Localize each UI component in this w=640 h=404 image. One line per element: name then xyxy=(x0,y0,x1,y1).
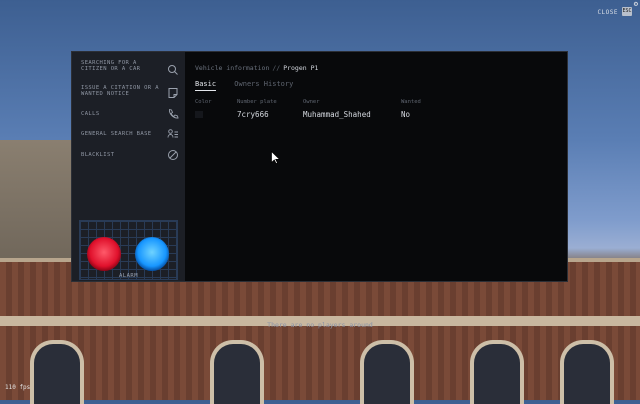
user-list-icon xyxy=(167,128,179,140)
background-window xyxy=(210,340,264,404)
wanted-column: Wanted No xyxy=(401,99,421,119)
no-players-notice: There are no players around xyxy=(267,321,373,329)
breadcrumb-parent[interactable]: Vehicle information xyxy=(195,64,269,72)
color-column: Color xyxy=(195,99,212,118)
wanted-header: Wanted xyxy=(401,99,421,105)
sidebar-item-general-search[interactable]: GENERAL SEARCH BASE xyxy=(81,128,181,140)
sidebar-item-label: ISSUE A CITATION OR A WANTED NOTICE xyxy=(81,85,159,97)
red-siren-button[interactable] xyxy=(87,237,121,271)
background-window xyxy=(360,340,414,404)
wanted-value: No xyxy=(401,110,411,119)
tab-basic[interactable]: Basic xyxy=(195,80,217,91)
color-header: Color xyxy=(195,99,212,105)
sidebar-item-search[interactable]: SEARCHING FOR A CITIZEN OR A CAR xyxy=(81,60,181,80)
background-window xyxy=(470,340,524,404)
sidebar-item-label: SEARCHING FOR A CITIZEN OR A CAR xyxy=(81,60,141,72)
breadcrumb-separator: // xyxy=(272,64,281,72)
number-plate-column: Number plate 7cry666 xyxy=(237,99,277,119)
close-key-badge[interactable]: ESC xyxy=(622,7,632,16)
owner-column: Owner Muhammad_Shahed xyxy=(303,99,371,119)
tab-owners-history[interactable]: Owners History xyxy=(234,80,293,90)
gear-icon: ⚙ xyxy=(633,0,638,8)
block-icon xyxy=(167,149,179,161)
mouse-cursor-icon xyxy=(271,149,281,168)
search-icon xyxy=(167,64,179,76)
number-plate-value: 7cry666 xyxy=(237,110,269,119)
background-window xyxy=(30,340,84,404)
sidebar-item-blacklist[interactable]: BLACKLIST xyxy=(81,149,181,161)
sidebar: SEARCHING FOR A CITIZEN OR A CAR ISSUE A… xyxy=(72,52,185,281)
sidebar-item-label: CALLS xyxy=(81,111,100,117)
owner-value[interactable]: Muhammad_Shahed xyxy=(303,110,371,119)
owner-header: Owner xyxy=(303,99,320,105)
phone-icon xyxy=(167,108,179,120)
number-plate-header: Number plate xyxy=(237,99,277,105)
sidebar-item-citation[interactable]: ISSUE A CITATION OR A WANTED NOTICE xyxy=(81,85,181,101)
alarm-label: ALARM xyxy=(118,273,139,279)
close-label[interactable]: CLOSE xyxy=(597,9,618,16)
background-facade xyxy=(0,262,640,400)
vehicle-color-swatch xyxy=(195,111,203,118)
note-icon xyxy=(167,87,179,99)
vehicle-info-content: Vehicle information//Progen P1 Basic Own… xyxy=(195,52,567,281)
breadcrumb-current: Progen P1 xyxy=(283,64,319,72)
police-tablet-panel: SEARCHING FOR A CITIZEN OR A CAR ISSUE A… xyxy=(71,51,568,282)
sidebar-item-label: GENERAL SEARCH BASE xyxy=(81,131,152,137)
tab-bar: Basic Owners History xyxy=(195,80,307,91)
sidebar-item-label: BLACKLIST xyxy=(81,152,115,158)
background-window xyxy=(560,340,614,404)
fps-counter: 110 fps xyxy=(5,384,31,391)
breadcrumb: Vehicle information//Progen P1 xyxy=(195,64,318,72)
sidebar-item-calls[interactable]: CALLS xyxy=(81,108,181,120)
blue-siren-button[interactable] xyxy=(135,237,169,271)
